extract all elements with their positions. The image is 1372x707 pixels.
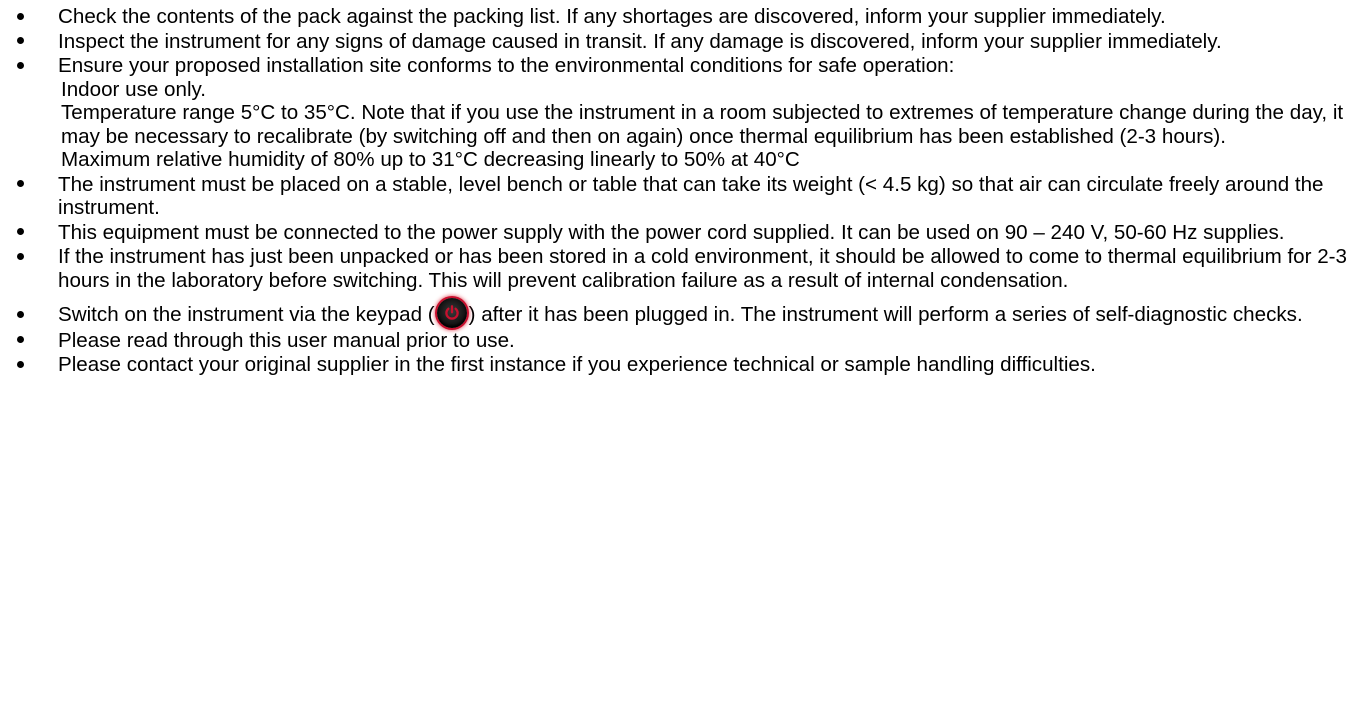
bullet (14, 54, 26, 78)
item-text: Inspect the instrument for any signs of … (58, 29, 1222, 53)
bullet (14, 30, 26, 54)
item-text: Please read through this user manual pri… (58, 328, 515, 352)
bullet (14, 303, 26, 327)
item-text-before-icon: Switch on the instrument via the keypad … (58, 303, 435, 326)
item-text: If the instrument has just been unpacked… (58, 245, 1347, 292)
sub-line: Indoor use only. (61, 77, 207, 101)
list-item: Check the contents of the pack against t… (0, 5, 1372, 29)
item-text: Please contact your original supplier in… (58, 353, 1096, 377)
bullet (14, 353, 26, 377)
bullet (14, 173, 26, 197)
item-text: Check the contents of the pack against t… (58, 5, 1166, 28)
list-item: Please read through this user manual pri… (0, 329, 1372, 353)
item-text-after-icon: ) after it has been plugged in. The inst… (468, 303, 1303, 326)
bullet (14, 245, 26, 269)
item-text: The instrument must be placed on a stabl… (58, 172, 1324, 220)
item-text: Ensure your proposed installation site c… (58, 54, 955, 77)
list-item: Switch on the instrument via the keypad … (0, 297, 1372, 328)
document-page: Check the contents of the pack against t… (0, 0, 1372, 707)
list-item: This equipment must be connected to the … (0, 221, 1372, 245)
bullet (14, 5, 26, 29)
sub-line: Temperature range 5°C to 35°C. Note that… (61, 101, 1344, 148)
bullet (14, 221, 26, 245)
list-item: The instrument must be placed on a stabl… (0, 173, 1372, 220)
checklist: Check the contents of the pack against t… (0, 5, 1372, 377)
list-item: Ensure your proposed installation site c… (0, 54, 1372, 172)
item-text: This equipment must be connected to the … (58, 220, 1285, 244)
sub-line: Maximum relative humidity of 80% up to 3… (61, 148, 800, 171)
bullet (14, 329, 26, 353)
power-button-icon (436, 297, 467, 328)
list-item: If the instrument has just been unpacked… (0, 245, 1372, 292)
list-item: Please contact your original supplier in… (0, 353, 1372, 377)
list-item: Inspect the instrument for any signs of … (0, 30, 1372, 54)
